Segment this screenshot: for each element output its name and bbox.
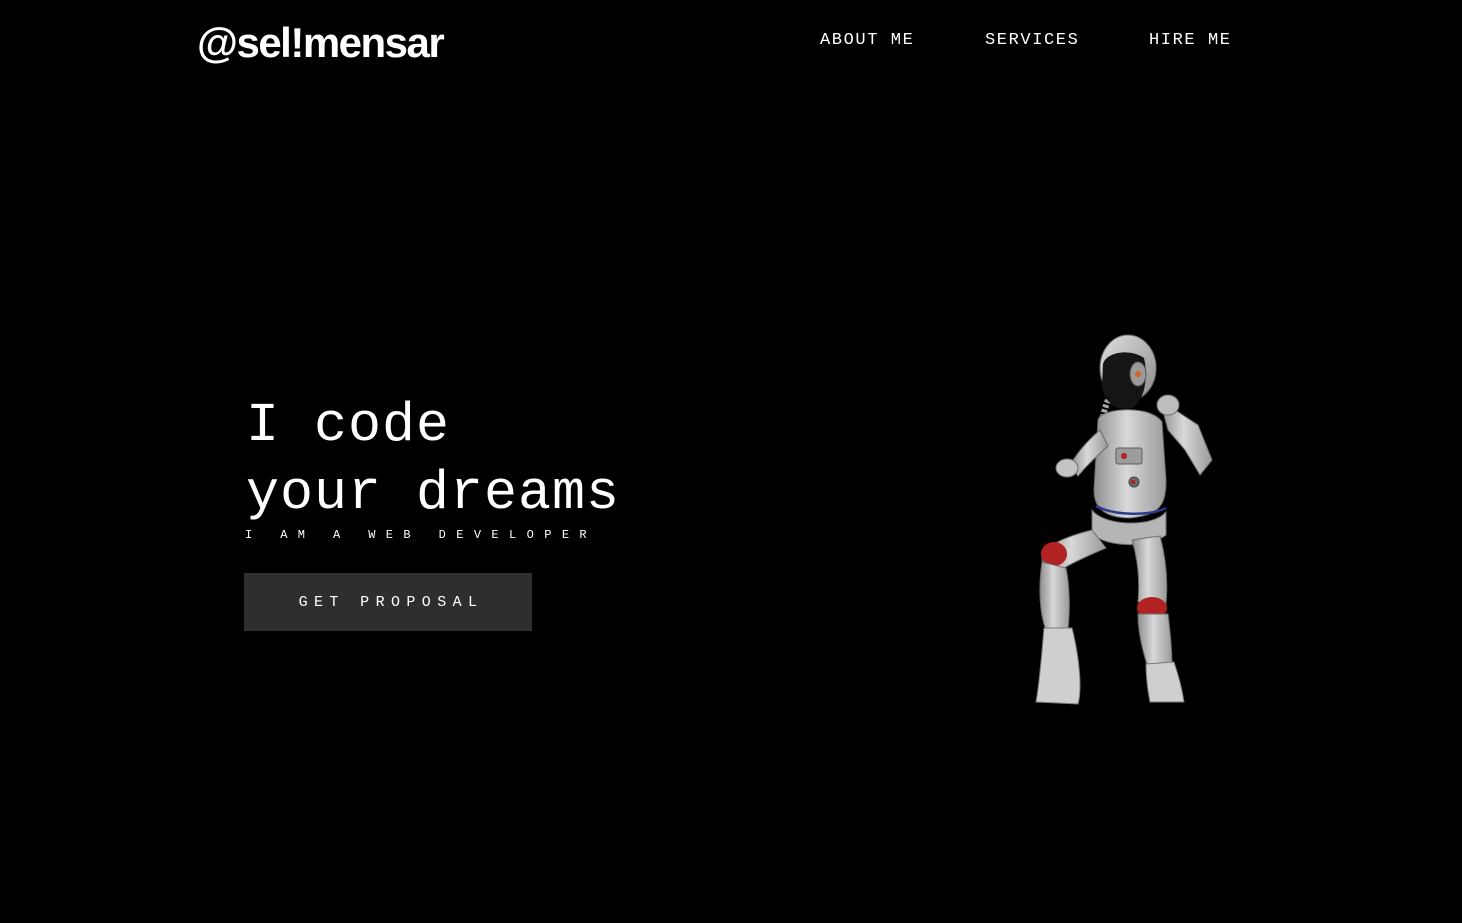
astronaut-illustration — [1035, 334, 1213, 705]
nav-link-about-me[interactable]: ABOUT ME — [820, 30, 914, 52]
get-proposal-button[interactable]: GET PROPOSAL — [244, 573, 532, 631]
nav-link-hire-me[interactable]: HIRE ME — [1149, 30, 1232, 52]
nav-link-services[interactable]: SERVICES — [985, 30, 1079, 52]
hero-title-line-1: I code — [246, 394, 451, 457]
hero-title: I code your dreams — [246, 392, 620, 528]
hero-subtitle: I AM A WEB DEVELOPER — [245, 528, 598, 542]
hero-title-line-2: your dreams — [246, 462, 621, 525]
main-nav: ABOUT ME SERVICES HIRE ME — [0, 30, 1462, 52]
